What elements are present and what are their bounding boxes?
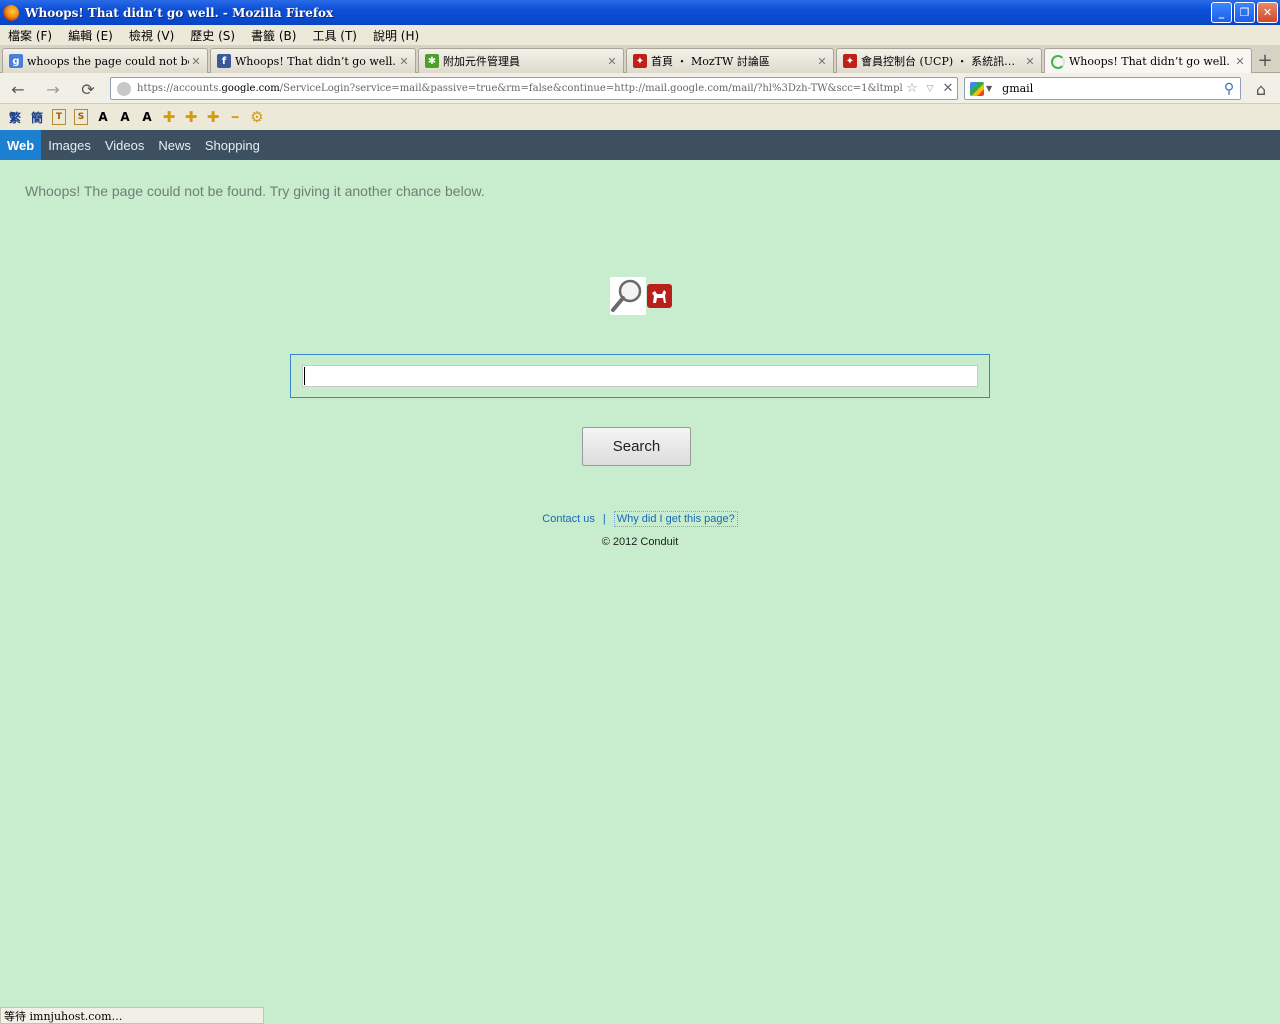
tab-label: Whoops! That didn’t go well. <box>235 54 396 68</box>
facebook-icon: f <box>217 54 231 68</box>
tab-bar: g whoops the page could not be fo… ✕ f W… <box>0 45 1280 74</box>
menu-bar: 檔案 (F) 編輯 (E) 檢視 (V) 歷史 (S) 書籤 (B) 工具 (T… <box>0 25 1280 45</box>
traditional-chinese-icon[interactable]: 繁 <box>4 107 26 127</box>
navigation-bar: ← → ⟳ https://accounts.google.com/Servic… <box>0 73 1280 104</box>
close-icon[interactable]: ✕ <box>397 55 411 68</box>
home-button[interactable]: ⌂ <box>1250 79 1272 99</box>
stop-icon[interactable]: ✕ <box>939 81 957 96</box>
font-a-bold-icon[interactable]: A <box>136 107 158 127</box>
reload-icon: ⟳ <box>81 79 95 99</box>
search-button[interactable]: Search <box>582 427 691 466</box>
url-path: /ServiceLogin?service=mail&passive=true&… <box>279 83 903 94</box>
moztw-icon: ✦ <box>843 54 857 68</box>
magnifier-icon <box>610 277 646 315</box>
close-icon[interactable]: ✕ <box>815 55 829 68</box>
tab-label: whoops the page could not be fo… <box>27 54 189 68</box>
font-a-down-icon[interactable]: A <box>114 107 136 127</box>
forward-arrow-icon: → <box>46 79 60 99</box>
text-caret <box>304 367 305 385</box>
status-bar: 等待 imnjuhost.com… <box>0 1007 264 1024</box>
loading-icon <box>1051 54 1065 69</box>
url-prefix: https://accounts. <box>137 83 222 94</box>
nav-shopping[interactable]: Shopping <box>198 130 267 160</box>
site-identity-icon[interactable] <box>117 81 131 96</box>
why-link[interactable]: Why did I get this page? <box>613 511 738 527</box>
search-box-frame <box>290 354 990 398</box>
nav-web[interactable]: Web <box>0 130 42 160</box>
conduit-logo <box>610 277 672 315</box>
bookmark-star-icon[interactable]: ☆ <box>903 81 921 96</box>
tab-label: 首頁 ‧ MozTW 討論區 <box>651 55 770 68</box>
forward-button[interactable]: → <box>43 79 63 99</box>
menu-bookmarks[interactable]: 書籤 (B) <box>243 27 304 44</box>
addon-toolbar: 繁 簡 T S A A A ✚ ✚ ✚ ━ ⚙ <box>0 104 1280 130</box>
back-button[interactable]: ← <box>8 79 28 99</box>
tab-label: 會員控制台 (UCP) ‧ 系統訊… <box>861 55 1016 68</box>
dropdown-arrow-icon[interactable]: ▽ <box>921 84 939 94</box>
footer-links: Contact us | Why did I get this page? <box>0 511 1280 527</box>
moztw-icon: ✦ <box>633 54 647 68</box>
close-icon[interactable]: ✕ <box>189 55 203 68</box>
google-icon: g <box>9 54 23 68</box>
menu-file[interactable]: 檔案 (F) <box>0 27 60 44</box>
copyright: © 2012 Conduit <box>601 536 679 548</box>
back-arrow-icon: ← <box>11 79 25 99</box>
firefox-icon <box>3 4 19 21</box>
puzzle-icon: ✱ <box>425 54 439 68</box>
window-title: Whoops! That didn’t go well. - Mozilla F… <box>25 5 334 20</box>
home-icon: ⌂ <box>1255 79 1267 99</box>
window-titlebar: Whoops! That didn’t go well. - Mozilla F… <box>0 0 1280 25</box>
clipboard-t-icon[interactable]: T <box>52 109 66 125</box>
error-message: Whoops! The page could not be found. Try… <box>25 183 485 199</box>
nav-images[interactable]: Images <box>41 130 98 160</box>
tab-whoops-active[interactable]: Whoops! That didn’t go well. ✕ <box>1044 48 1252 74</box>
tab-moztw-ucp[interactable]: ✦ 會員控制台 (UCP) ‧ 系統訊… ✕ <box>836 48 1042 73</box>
nav-videos[interactable]: Videos <box>98 130 152 160</box>
close-icon[interactable]: ✕ <box>605 55 619 68</box>
menu-view[interactable]: 檢視 (V) <box>121 27 182 44</box>
minus-icon[interactable]: ━ <box>224 107 246 127</box>
tab-addons-manager[interactable]: ✱ 附加元件管理員 ✕ <box>418 48 624 73</box>
plus-t-icon[interactable]: ✚ <box>180 107 202 127</box>
font-a-icon[interactable]: A <box>92 107 114 127</box>
new-tab-button[interactable]: + <box>1252 48 1278 73</box>
contact-us-link[interactable]: Contact us <box>542 513 595 525</box>
nav-news[interactable]: News <box>151 130 198 160</box>
plus-icon[interactable]: ✚ <box>158 107 180 127</box>
search-icon[interactable]: ⚲ <box>1218 81 1240 97</box>
menu-edit[interactable]: 編輯 (E) <box>60 27 121 44</box>
search-bar[interactable]: ▼ gmail ⚲ <box>964 77 1241 100</box>
close-icon[interactable]: ✕ <box>1233 55 1247 68</box>
url-bar[interactable]: https://accounts.google.com/ServiceLogin… <box>110 77 958 100</box>
tab-facebook[interactable]: f Whoops! That didn’t go well. ✕ <box>210 48 416 73</box>
tab-moztw-home[interactable]: ✦ 首頁 ‧ MozTW 討論區 ✕ <box>626 48 834 73</box>
google-engine-icon[interactable] <box>970 81 984 96</box>
close-window-button[interactable]: ✕ <box>1257 2 1278 23</box>
menu-help[interactable]: 說明 (H) <box>365 27 427 44</box>
search-bar-input[interactable]: gmail <box>1002 82 1218 95</box>
settings-icon[interactable]: ⚙ <box>246 107 268 127</box>
tab-label: Whoops! That didn’t go well. <box>1069 55 1230 68</box>
tab-whoops-search[interactable]: g whoops the page could not be fo… ✕ <box>2 48 208 73</box>
plus-s-icon[interactable]: ✚ <box>202 107 224 127</box>
link-separator: | <box>602 513 606 525</box>
url-host: google.com <box>221 83 280 94</box>
minimize-button[interactable]: _ <box>1211 2 1232 23</box>
dog-icon <box>647 284 672 308</box>
simplified-chinese-icon[interactable]: 簡 <box>26 107 48 127</box>
search-category-nav: Web Images Videos News Shopping <box>0 130 1280 160</box>
tab-label: 附加元件管理員 <box>443 55 520 68</box>
restore-button[interactable]: ❐ <box>1234 2 1255 23</box>
menu-history[interactable]: 歷史 (S) <box>182 27 243 44</box>
window-controls: _ ❐ ✕ <box>1211 2 1278 23</box>
menu-tools[interactable]: 工具 (T) <box>304 27 365 44</box>
url-text[interactable]: https://accounts.google.com/ServiceLogin… <box>137 83 903 94</box>
chevron-down-icon[interactable]: ▼ <box>986 84 992 93</box>
clipboard-s-icon[interactable]: S <box>74 109 88 125</box>
close-icon[interactable]: ✕ <box>1023 55 1037 68</box>
reload-button[interactable]: ⟳ <box>78 79 98 99</box>
search-input[interactable] <box>302 365 978 387</box>
